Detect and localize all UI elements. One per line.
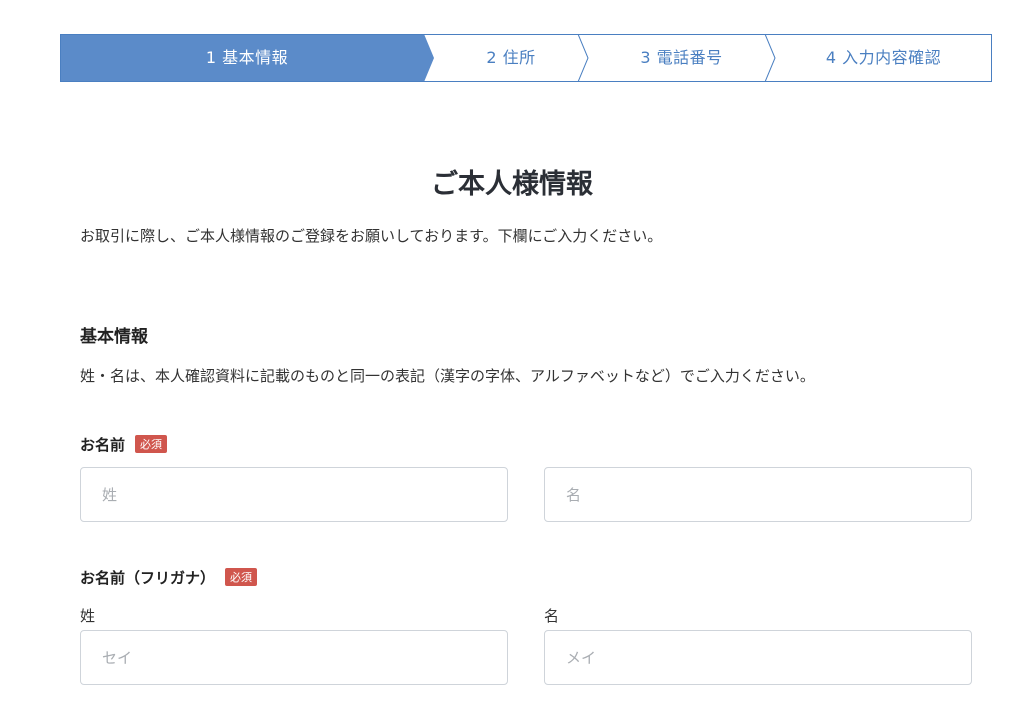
kana-last-sublabel: 姓 <box>80 607 96 625</box>
name-field-label: お名前 必須 <box>80 434 168 455</box>
step-4-label: 4 入力内容確認 <box>825 48 942 67</box>
required-badge: 必須 <box>135 435 168 453</box>
intro-text: お取引に際し、ご本人様情報のご登録をお願いしております。下欄にご入力ください。 <box>80 227 663 245</box>
section-title: 基本情報 <box>80 327 148 347</box>
kana-first-sublabel: 名 <box>544 607 560 625</box>
step-3-label: 3 電話番号 <box>640 48 723 67</box>
required-badge: 必須 <box>225 568 258 586</box>
kana-field-label: お名前（フリガナ） 必須 <box>80 567 258 588</box>
section-note: 姓・名は、本人確認資料に記載のものと同一の表記（漢字の字体、アルファベットなど）… <box>80 367 815 385</box>
last-name-input[interactable] <box>80 467 508 522</box>
first-name-input[interactable] <box>544 467 972 522</box>
first-name-kana-input[interactable] <box>544 630 972 685</box>
kana-label-text: お名前（フリガナ） <box>80 569 216 587</box>
step-1-label: 1 基本情報 <box>205 48 289 67</box>
name-label-text: お名前 <box>80 436 126 454</box>
page-title: ご本人様情報 <box>431 169 593 200</box>
progress-stepper: 1 基本情報 2 住所 3 電話番号 4 入力内容確認 <box>60 34 992 82</box>
last-name-kana-input[interactable] <box>80 630 508 685</box>
step-2-label: 2 住所 <box>486 48 536 67</box>
